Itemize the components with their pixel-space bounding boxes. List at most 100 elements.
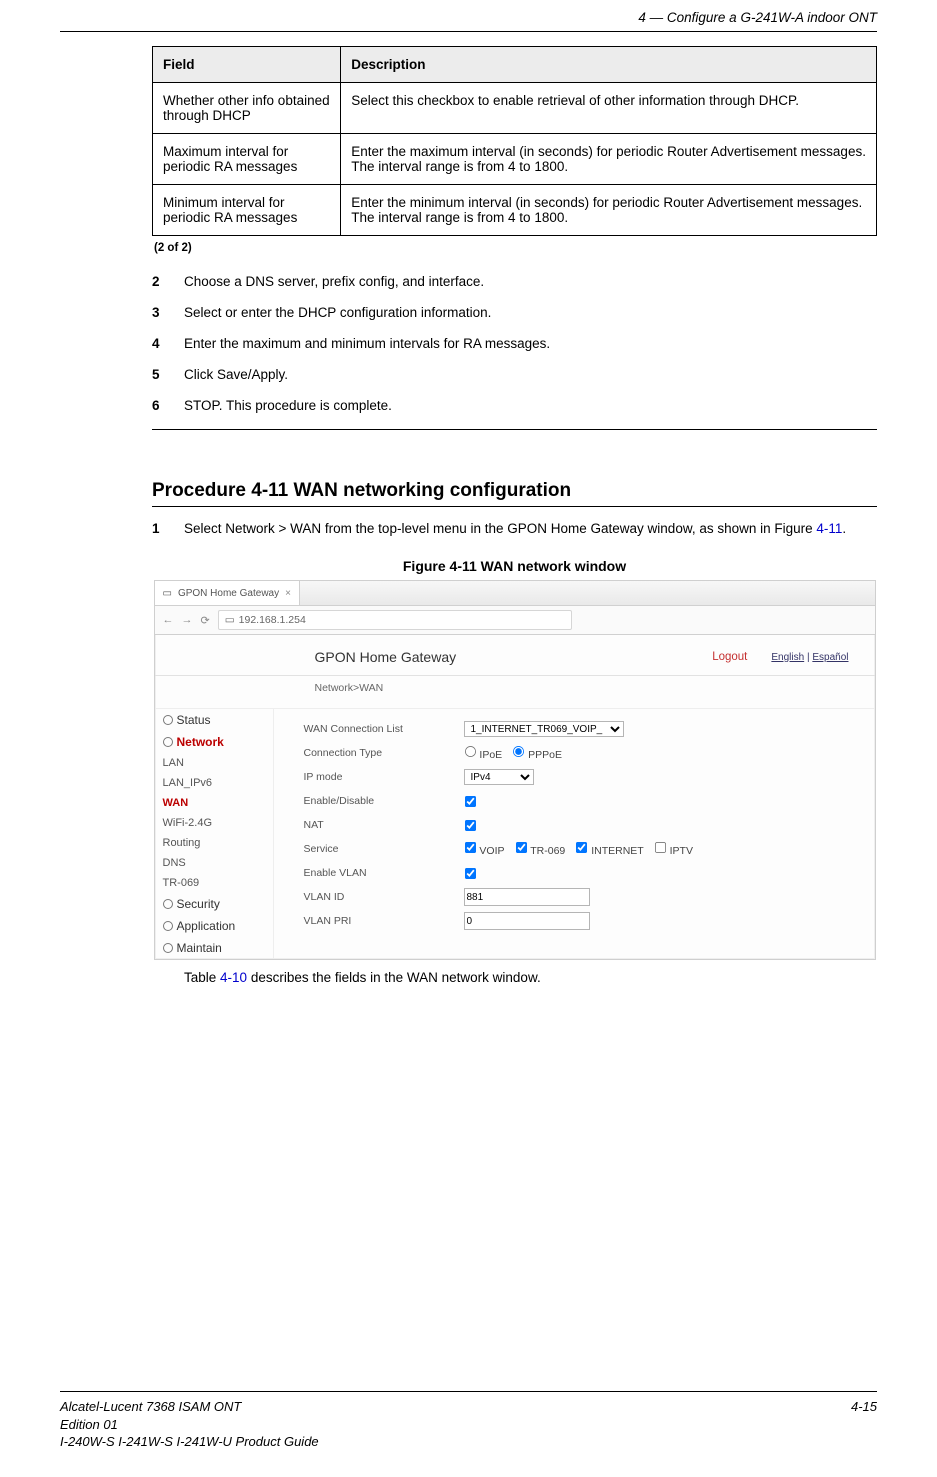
figure-title: Figure 4-11 WAN network window: [152, 558, 877, 574]
radio-pppoe-text: PPPoE: [528, 749, 562, 761]
sidebar-item-wan[interactable]: WAN: [155, 793, 273, 813]
footer-rule: [60, 1391, 877, 1392]
wan-conn-list-select[interactable]: 1_INTERNET_TR069_VOIP_: [464, 721, 624, 737]
vlan-pri-label: VLAN PRI: [304, 915, 464, 927]
url-text: 192.168.1.254: [239, 614, 306, 626]
step1-prefix: Select Network > WAN from the top-level …: [184, 521, 816, 536]
form-row-ip-mode: IP mode IPv4: [304, 765, 875, 789]
lang-espanol-link[interactable]: Español: [812, 652, 848, 663]
svc-iptv-text: IPTV: [670, 845, 693, 857]
table-link[interactable]: 4-10: [220, 970, 247, 985]
form-row-wan-conn-list: WAN Connection List 1_INTERNET_TR069_VOI…: [304, 717, 875, 741]
app-header: GPON Home Gateway Logout English | Españ…: [155, 635, 875, 676]
forward-icon[interactable]: →: [182, 614, 193, 626]
side-nav: Status Network LAN LAN_IPv6 WAN WiFi-2.4…: [155, 709, 274, 959]
page-number: 4-15: [851, 1398, 877, 1416]
table-header-desc: Description: [341, 47, 877, 83]
form-row-nat: NAT: [304, 813, 875, 837]
step-number: 2: [152, 274, 184, 289]
sidebar-item-dns[interactable]: DNS: [155, 853, 273, 873]
sidebar-item-label: DNS: [163, 857, 186, 869]
radio-ipoe-label: IPoE: [464, 745, 503, 761]
form-row-vlan-id: VLAN ID: [304, 885, 875, 909]
sidebar-item-tr069[interactable]: TR-069: [155, 873, 273, 893]
svc-internet-label: INTERNET: [575, 841, 643, 857]
procedure-steps: 1 Select Network > WAN from the top-leve…: [152, 521, 877, 536]
svc-voip-label: VOIP: [464, 841, 505, 857]
after-figure-prefix: Table: [184, 970, 220, 985]
table-cell-desc: Enter the maximum interval (in seconds) …: [341, 134, 877, 185]
sidebar-item-label: TR-069: [163, 877, 200, 889]
steps-list: 2 Choose a DNS server, prefix config, an…: [152, 274, 877, 413]
table-header-field: Field: [153, 47, 341, 83]
sidebar-item-security[interactable]: Security: [155, 893, 273, 915]
step-number: 3: [152, 305, 184, 320]
svc-iptv-checkbox[interactable]: [655, 842, 666, 853]
figure-screenshot: ▭ GPON Home Gateway × ← → ⟳ ▭ 192.168.1.…: [154, 580, 876, 960]
figure-link[interactable]: 4-11: [816, 521, 842, 536]
nat-checkbox[interactable]: [464, 819, 475, 830]
field-table: Field Description Whether other info obt…: [152, 46, 877, 236]
table-cell-desc: Select this checkbox to enable retrieval…: [341, 83, 877, 134]
sidebar-item-lan[interactable]: LAN: [155, 753, 273, 773]
app-body: Status Network LAN LAN_IPv6 WAN WiFi-2.4…: [155, 709, 875, 959]
lang-switch: English | Español: [771, 652, 848, 663]
service-label: Service: [304, 843, 464, 855]
address-field[interactable]: ▭ 192.168.1.254: [218, 610, 572, 630]
step-text: Choose a DNS server, prefix config, and …: [184, 274, 877, 289]
sidebar-item-maintain[interactable]: Maintain: [155, 937, 273, 959]
form-row-conn-type: Connection Type IPoE PPPoE: [304, 741, 875, 765]
svc-internet-text: INTERNET: [591, 845, 644, 857]
vlan-pri-input[interactable]: [464, 912, 590, 930]
sidebar-item-lan-ipv6[interactable]: LAN_IPv6: [155, 773, 273, 793]
step-text: Enter the maximum and minimum intervals …: [184, 336, 877, 351]
page-footer: Alcatel-Lucent 7368 ISAM ONT Edition 01 …: [60, 1391, 877, 1451]
enable-checkbox[interactable]: [464, 795, 475, 806]
footer-line3: I-240W-S I-241W-S I-241W-U Product Guide: [60, 1433, 319, 1451]
ip-mode-label: IP mode: [304, 771, 464, 783]
radio-pppoe[interactable]: [513, 746, 524, 757]
reload-icon[interactable]: ⟳: [201, 614, 210, 627]
sidebar-item-application[interactable]: Application: [155, 915, 273, 937]
radio-ipoe-text: IPoE: [479, 749, 502, 761]
back-icon[interactable]: ←: [163, 614, 174, 626]
page-icon: ▭: [163, 588, 172, 599]
radio-ipoe[interactable]: [464, 746, 475, 757]
list-item: 3 Select or enter the DHCP configuration…: [152, 305, 877, 320]
table-row: Whether other info obtained through DHCP…: [153, 83, 877, 134]
svc-internet-checkbox[interactable]: [576, 842, 587, 853]
procedure-title: Procedure 4-11 WAN networking configurat…: [152, 480, 877, 502]
breadcrumb: Network>WAN: [155, 676, 875, 709]
header-rule: [60, 31, 877, 32]
sidebar-item-network[interactable]: Network: [155, 731, 273, 753]
app-title: GPON Home Gateway: [315, 649, 457, 665]
browser-tabbar: ▭ GPON Home Gateway ×: [155, 581, 875, 606]
sidebar-item-label: LAN: [163, 757, 184, 769]
svc-tr069-checkbox[interactable]: [515, 842, 526, 853]
sidebar-item-status[interactable]: Status: [155, 709, 273, 731]
enable-vlan-checkbox[interactable]: [464, 867, 475, 878]
svc-voip-checkbox[interactable]: [464, 842, 475, 853]
list-item: 1 Select Network > WAN from the top-leve…: [152, 521, 877, 536]
step1-suffix: .: [842, 521, 846, 536]
form-row-enable-vlan: Enable VLAN: [304, 861, 875, 885]
page-icon: ▭: [225, 614, 235, 626]
gear-icon: [163, 715, 173, 725]
table-row: Minimum interval for periodic RA message…: [153, 185, 877, 236]
gear-icon: [163, 899, 173, 909]
list-item: 5 Click Save/Apply.: [152, 367, 877, 382]
sidebar-item-routing[interactable]: Routing: [155, 833, 273, 853]
form-row-enable: Enable/Disable: [304, 789, 875, 813]
close-icon[interactable]: ×: [285, 588, 291, 599]
procedure-underline: [152, 506, 877, 507]
lang-english-link[interactable]: English: [771, 652, 804, 663]
sidebar-item-wifi[interactable]: WiFi-2.4G: [155, 813, 273, 833]
gear-icon: [163, 737, 173, 747]
vlan-id-input[interactable]: [464, 888, 590, 906]
enable-label: Enable/Disable: [304, 795, 464, 807]
table-header-row: Field Description: [153, 47, 877, 83]
radio-pppoe-label: PPPoE: [512, 745, 562, 761]
browser-tab[interactable]: ▭ GPON Home Gateway ×: [155, 581, 300, 605]
ip-mode-select[interactable]: IPv4: [464, 769, 534, 785]
logout-link[interactable]: Logout: [712, 651, 747, 663]
